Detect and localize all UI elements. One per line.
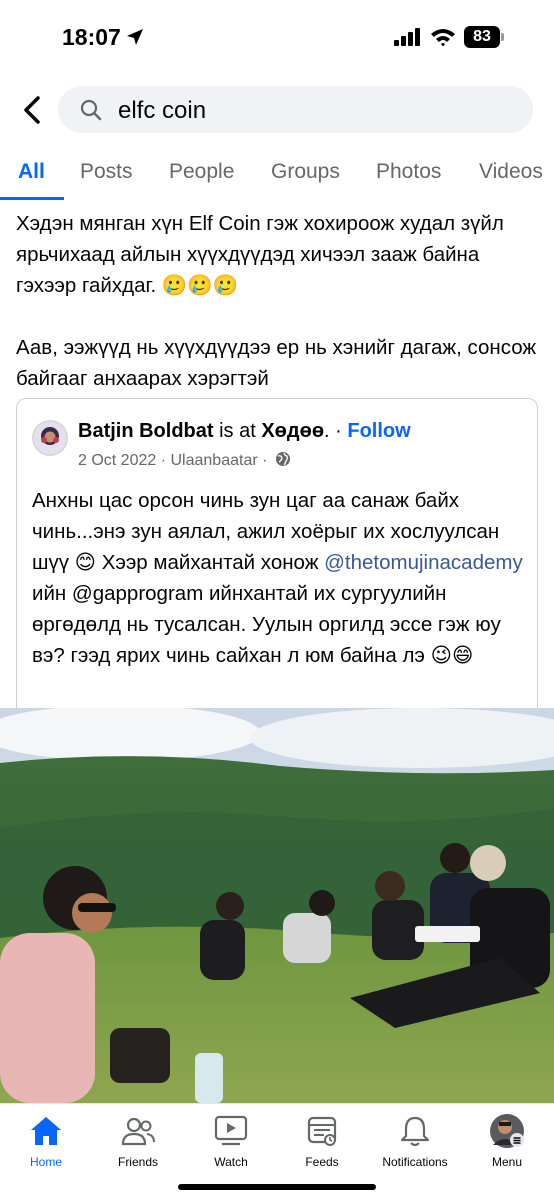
nav-label: Friends: [117, 1155, 158, 1169]
nav-label: Home: [29, 1155, 62, 1169]
status-bar: 18:07 83: [0, 0, 554, 76]
nav-home[interactable]: Home: [1, 1114, 91, 1169]
location-arrow-icon: [127, 29, 143, 45]
tab-people[interactable]: People: [169, 160, 234, 184]
tab-videos[interactable]: Videos: [479, 160, 543, 184]
battery-level: 83: [464, 26, 500, 48]
nav-friends[interactable]: Friends: [93, 1114, 183, 1169]
bell-icon: [400, 1116, 430, 1147]
nav-label: Watch: [214, 1155, 248, 1169]
shared-post-text: Анхны цас орсон чинь зун цаг аа санаж ба…: [32, 489, 523, 667]
nav-watch[interactable]: Watch: [186, 1114, 276, 1169]
back-arrow-icon[interactable]: [18, 92, 48, 128]
clock: 18:07: [62, 24, 121, 50]
shared-post-card[interactable]: Batjin Boldbat is at Хөдөө. · Follow 2 O…: [16, 398, 538, 710]
meta-separator: ·: [156, 452, 171, 469]
post-location[interactable]: Ulaanbaatar: [171, 452, 258, 469]
mention-link[interactable]: @thetomujinacademy: [324, 551, 523, 574]
post-meta: 2 Oct 2022 · Ulaanbaatar ·: [78, 451, 291, 470]
home-icon: [31, 1117, 61, 1145]
search-bar[interactable]: elfc coin: [58, 86, 533, 133]
post-date[interactable]: 2 Oct 2022: [78, 452, 156, 469]
header-separator: . ·: [324, 420, 348, 442]
nav-menu[interactable]: Menu: [462, 1114, 552, 1169]
nav-notifications[interactable]: Notifications: [370, 1114, 460, 1169]
author-avatar[interactable]: [32, 420, 68, 456]
nav-feeds[interactable]: Feeds: [277, 1114, 367, 1169]
checkin-place[interactable]: Хөдөө: [261, 420, 324, 442]
search-query[interactable]: elfc coin: [118, 97, 206, 125]
tab-groups[interactable]: Groups: [271, 160, 340, 184]
nav-label: Notifications: [382, 1155, 448, 1169]
tab-all[interactable]: All: [18, 160, 45, 184]
battery-icon: 83: [464, 26, 504, 48]
wifi-icon: [431, 29, 455, 47]
tab-posts[interactable]: Posts: [80, 160, 133, 184]
search-filter-tabs: All Posts People Groups Photos Videos: [0, 148, 554, 200]
tab-photos[interactable]: Photos: [376, 160, 441, 184]
is-at-text: is at: [213, 420, 262, 442]
nav-label: Feeds: [305, 1155, 339, 1169]
watch-icon: [214, 1115, 248, 1146]
nav-label: Menu: [491, 1155, 523, 1169]
friends-icon: [121, 1117, 155, 1146]
active-tab-indicator: [0, 197, 64, 200]
post-photo[interactable]: [0, 708, 554, 1103]
globe-icon: [275, 452, 290, 466]
home-indicator[interactable]: [178, 1184, 376, 1190]
cellular-signal-icon: [394, 28, 420, 46]
shared-post-header: Batjin Boldbat is at Хөдөө. · Follow: [78, 420, 411, 443]
search-icon: [80, 99, 102, 121]
feeds-icon: [307, 1116, 337, 1146]
post-body: Хэдэн мянган хүн Elf Coin гэж хохироож х…: [16, 208, 541, 394]
post-paragraph: Хэдэн мянган хүн Elf Coin гэж хохироож х…: [16, 212, 504, 297]
post-paragraph: Аав, ээжүүд нь хүүхдүүдээ ер нь хэнийг д…: [16, 336, 537, 390]
author-name[interactable]: Batjin Boldbat: [78, 420, 214, 442]
profile-avatar: [490, 1114, 524, 1148]
meta-separator: ·: [257, 452, 272, 469]
follow-button[interactable]: Follow: [347, 420, 410, 442]
